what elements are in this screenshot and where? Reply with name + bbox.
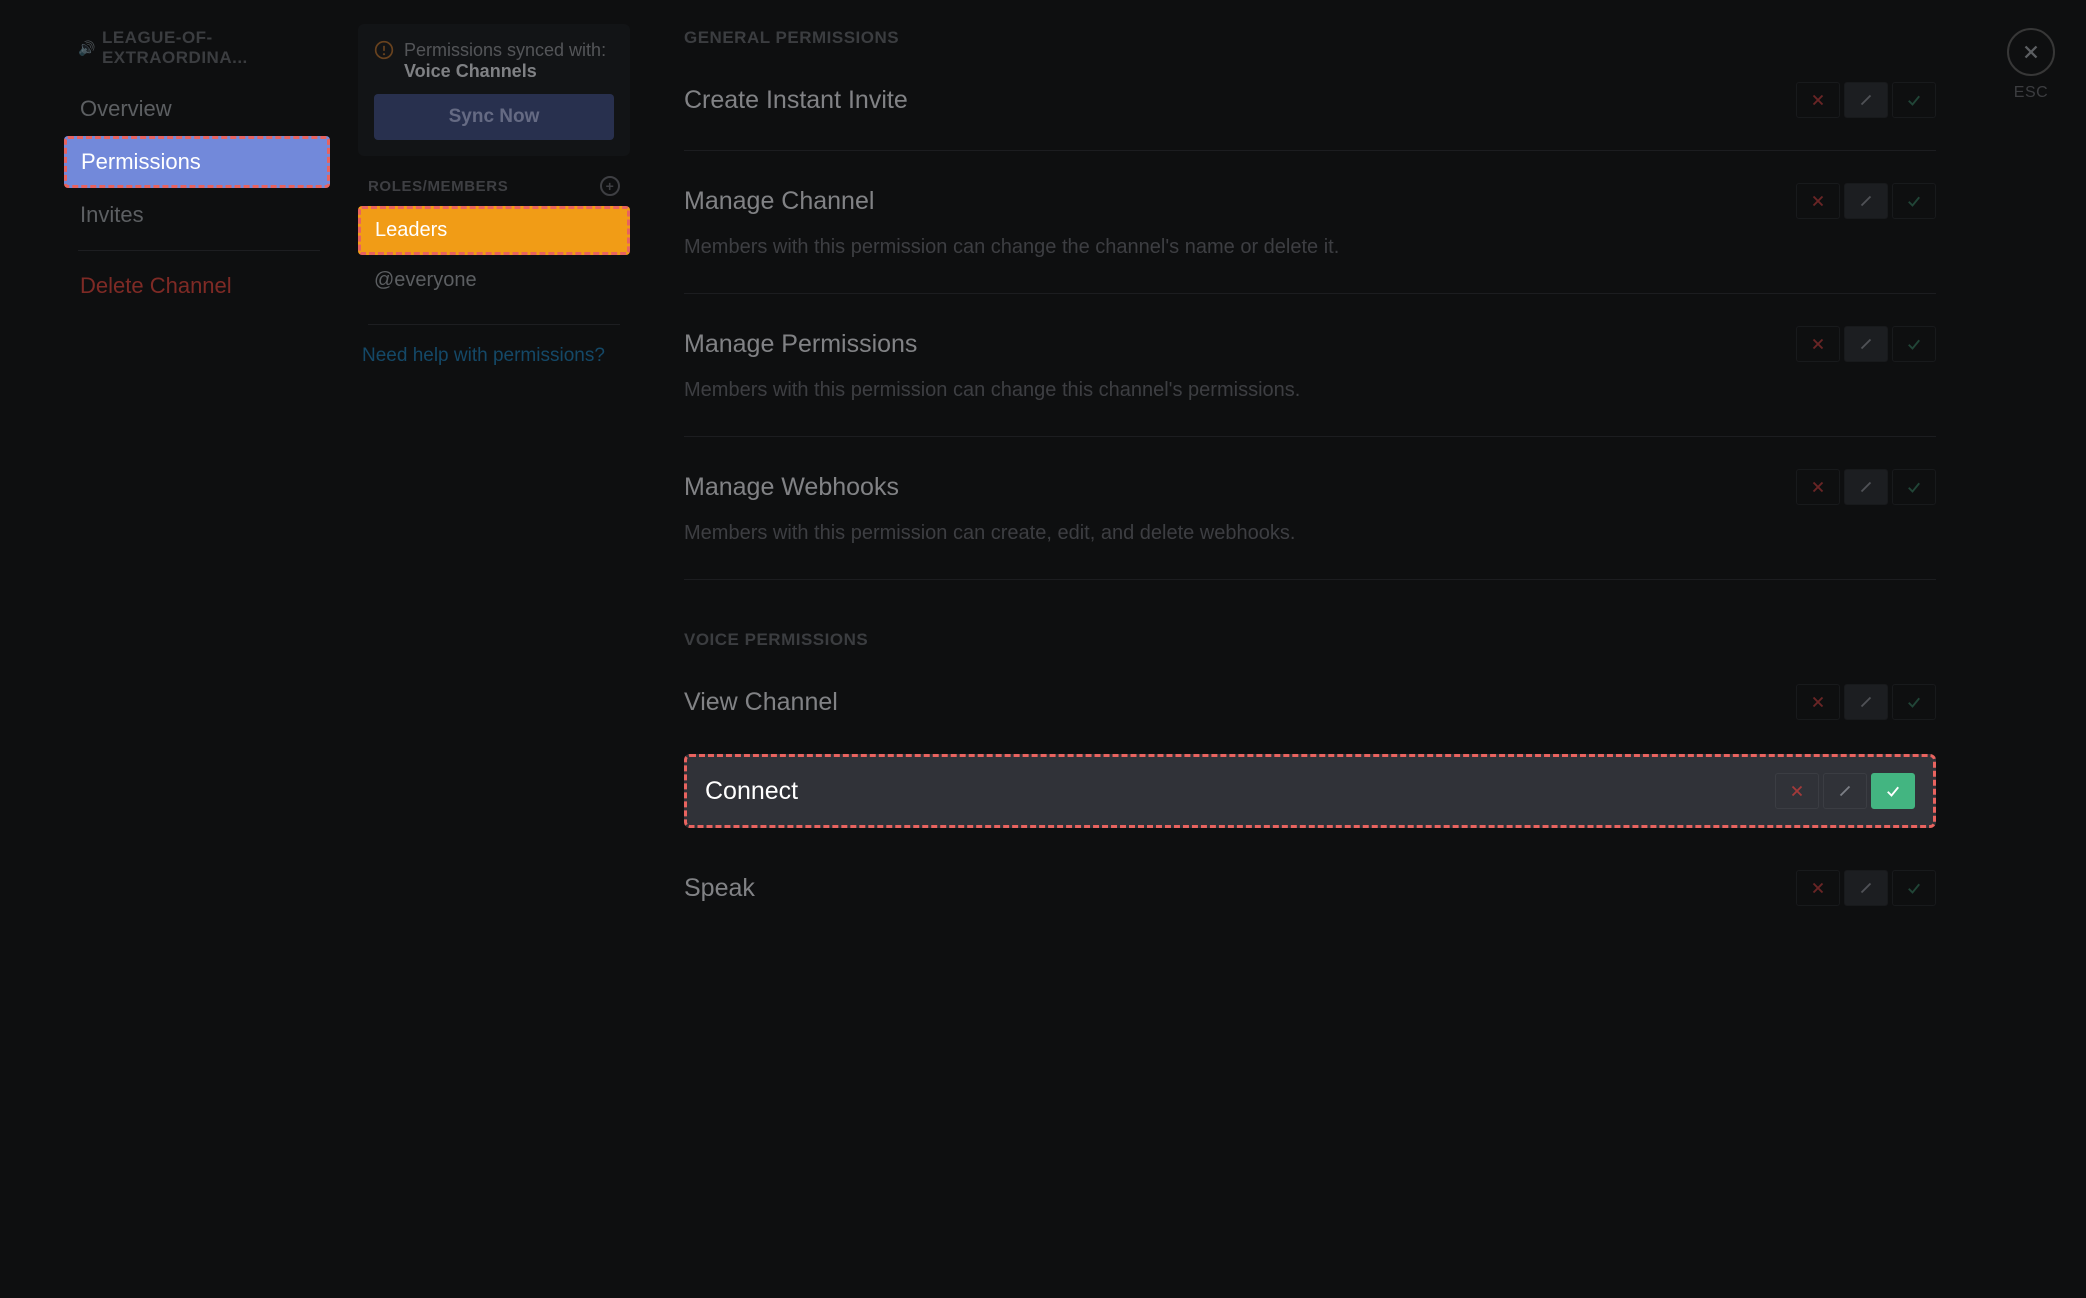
perm-speak: Speak	[684, 856, 1936, 920]
perm-tri-toggle	[1775, 773, 1915, 809]
perm-neutral-button[interactable]	[1844, 183, 1888, 219]
section-heading-voice: VOICE PERMISSIONS	[684, 630, 1936, 650]
nav-permissions[interactable]: Permissions	[64, 136, 330, 188]
perm-neutral-button[interactable]	[1844, 82, 1888, 118]
nav-invites[interactable]: Invites	[64, 190, 330, 240]
nav-delete-channel[interactable]: Delete Channel	[64, 261, 330, 311]
perm-neutral-button[interactable]	[1844, 469, 1888, 505]
sync-line2: Voice Channels	[404, 61, 606, 82]
perm-manage-webhooks: Manage Webhooks Members with this permis…	[684, 455, 1936, 561]
perm-title: Manage Channel	[684, 187, 874, 216]
sync-card: Permissions synced with: Voice Channels …	[358, 24, 630, 156]
plus-icon: +	[606, 178, 615, 194]
add-role-button[interactable]: +	[600, 176, 620, 196]
perm-title: Create Instant Invite	[684, 86, 908, 115]
perm-allow-button[interactable]	[1892, 82, 1936, 118]
perm-divider	[684, 293, 1936, 294]
permissions-help-link[interactable]: Need help with permissions?	[358, 345, 630, 367]
help-link-text: Need help with permissions?	[362, 345, 605, 366]
perm-deny-button[interactable]	[1796, 183, 1840, 219]
perm-manage-channel: Manage Channel Members with this permiss…	[684, 169, 1936, 275]
perm-allow-button[interactable]	[1892, 183, 1936, 219]
sync-now-button[interactable]: Sync Now	[374, 94, 614, 140]
perm-divider	[684, 436, 1936, 437]
perm-allow-button[interactable]	[1892, 870, 1936, 906]
perm-neutral-button[interactable]	[1844, 684, 1888, 720]
channel-name-text: LEAGUE-OF-EXTRAORDINA...	[102, 28, 320, 68]
perm-allow-button[interactable]	[1871, 773, 1915, 809]
perm-allow-button[interactable]	[1892, 469, 1936, 505]
role-item-everyone[interactable]: @everyone	[358, 257, 630, 304]
perm-divider	[684, 579, 1936, 580]
perm-allow-button[interactable]	[1892, 326, 1936, 362]
warning-icon	[374, 40, 394, 65]
perm-tri-toggle	[1796, 326, 1936, 362]
perm-deny-button[interactable]	[1796, 870, 1840, 906]
role-item-label: Leaders	[375, 219, 447, 241]
perm-view-channel: View Channel	[684, 670, 1936, 734]
perm-allow-button[interactable]	[1892, 684, 1936, 720]
perm-desc: Members with this permission can change …	[684, 233, 1936, 261]
perm-tri-toggle	[1796, 684, 1936, 720]
nav-divider	[78, 250, 320, 251]
perm-connect: Connect	[684, 754, 1936, 828]
speaker-icon: 🔊	[78, 40, 96, 57]
perm-deny-button[interactable]	[1796, 82, 1840, 118]
perm-deny-button[interactable]	[1775, 773, 1819, 809]
close-icon	[2020, 41, 2042, 63]
perm-neutral-button[interactable]	[1823, 773, 1867, 809]
roles-header-label: ROLES/MEMBERS	[368, 178, 508, 195]
nav-overview[interactable]: Overview	[64, 84, 330, 134]
sync-now-label: Sync Now	[449, 106, 540, 127]
settings-sidebar: 🔊 LEAGUE-OF-EXTRAORDINA... Overview Perm…	[0, 0, 344, 1298]
permissions-panel: GENERAL PERMISSIONS Create Instant Invit…	[644, 0, 1976, 1298]
perm-deny-button[interactable]	[1796, 326, 1840, 362]
role-item-label: @everyone	[374, 269, 477, 291]
nav-permissions-label: Permissions	[81, 149, 201, 174]
role-item-leaders[interactable]: Leaders	[358, 206, 630, 255]
perm-neutral-button[interactable]	[1844, 870, 1888, 906]
perm-title: Connect	[705, 777, 798, 806]
perm-deny-button[interactable]	[1796, 684, 1840, 720]
close-area: ESC	[1976, 0, 2086, 1298]
channel-name-header: 🔊 LEAGUE-OF-EXTRAORDINA...	[0, 28, 344, 82]
perm-deny-button[interactable]	[1796, 469, 1840, 505]
roles-column: Permissions synced with: Voice Channels …	[344, 0, 644, 1298]
esc-label: ESC	[1976, 84, 2086, 102]
perm-divider	[684, 150, 1936, 151]
nav-delete-channel-label: Delete Channel	[80, 273, 232, 298]
perm-tri-toggle	[1796, 870, 1936, 906]
perm-desc: Members with this permission can create,…	[684, 519, 1936, 547]
perm-tri-toggle	[1796, 183, 1936, 219]
perm-tri-toggle	[1796, 469, 1936, 505]
nav-invites-label: Invites	[80, 202, 144, 227]
perm-title: Manage Permissions	[684, 330, 917, 359]
perm-title: View Channel	[684, 688, 838, 717]
perm-neutral-button[interactable]	[1844, 326, 1888, 362]
perm-desc: Members with this permission can change …	[684, 376, 1936, 404]
nav-overview-label: Overview	[80, 96, 172, 121]
close-button[interactable]	[2007, 28, 2055, 76]
perm-create-instant-invite: Create Instant Invite	[684, 68, 1936, 132]
roles-divider	[368, 324, 620, 325]
perm-tri-toggle	[1796, 82, 1936, 118]
perm-title: Manage Webhooks	[684, 473, 899, 502]
sync-line1: Permissions synced with:	[404, 40, 606, 61]
perm-title: Speak	[684, 874, 755, 903]
perm-manage-permissions: Manage Permissions Members with this per…	[684, 312, 1936, 418]
section-heading-general: GENERAL PERMISSIONS	[684, 28, 1936, 48]
